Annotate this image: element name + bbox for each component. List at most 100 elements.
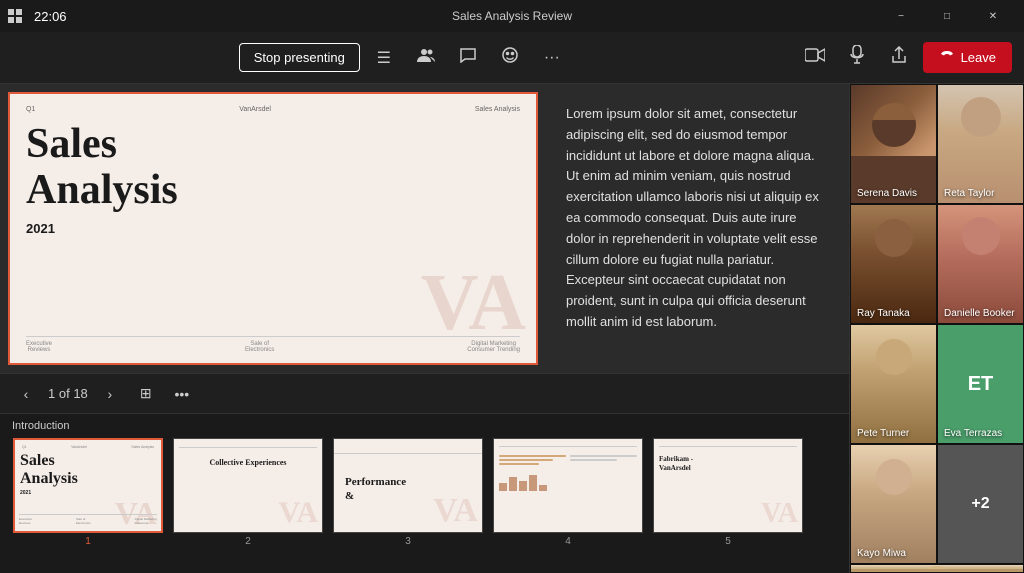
slide-title: Sales Analysis xyxy=(26,121,520,213)
toolbar-center: Stop presenting ☰ ··· xyxy=(239,40,570,76)
next-slide-button[interactable]: › xyxy=(96,380,124,408)
thumbnails-strip: Q1VanArsdelSales Analysis SalesAnalysis … xyxy=(0,434,849,564)
thumb-num-2: 2 xyxy=(245,536,251,547)
participant-name-kayo: Kayo Miwa xyxy=(857,548,906,559)
participant-name-serena: Serena Davis xyxy=(857,188,917,199)
participant-photo-danielle xyxy=(938,205,1023,323)
participant-serena: Serena Davis xyxy=(850,84,937,204)
thumbnail-4[interactable]: 4 xyxy=(488,434,648,551)
thumb-num-1: 1 xyxy=(85,536,91,547)
minimize-button[interactable]: − xyxy=(878,0,924,32)
phone-icon xyxy=(939,50,955,65)
prev-icon: ‹ xyxy=(24,386,29,402)
slide-header-right: Sales Analysis xyxy=(475,106,520,113)
leave-label: Leave xyxy=(961,50,996,65)
participant-ray: Ray Tanaka xyxy=(850,204,937,324)
slide-header: Q1 VanArsdel Sales Analysis xyxy=(26,106,520,113)
grid-view-button[interactable]: ⊞ xyxy=(132,380,160,408)
app-icon xyxy=(8,9,22,23)
mic-icon xyxy=(850,45,864,70)
stop-presenting-button[interactable]: Stop presenting xyxy=(239,43,360,72)
footer-item-1: ExecutiveReviews xyxy=(26,341,52,353)
thumbnail-1[interactable]: Q1VanArsdelSales Analysis SalesAnalysis … xyxy=(8,434,168,551)
participants-panel: Serena Davis Reta Taylor Ray Tanak xyxy=(849,84,1024,573)
slide-count: 1 of 18 xyxy=(48,386,88,401)
slide-notes: Lorem ipsum dolor sit amet, consectetur … xyxy=(566,104,829,333)
thumbnail-3[interactable]: Performance& VA 3 xyxy=(328,434,488,551)
emoji-icon xyxy=(501,46,519,69)
chat-icon-button[interactable] xyxy=(450,40,486,76)
prev-slide-button[interactable]: ‹ xyxy=(12,380,40,408)
participant-photo-bottom xyxy=(851,565,1023,572)
more-icon: ··· xyxy=(544,49,560,67)
participant-plus: +2 xyxy=(937,444,1024,564)
participant-grid: Serena Davis Reta Taylor Ray Tanak xyxy=(850,84,1024,564)
slide-viewer: Q1 VanArsdel Sales Analysis Sales Analys… xyxy=(0,84,849,373)
thumb-img-4 xyxy=(493,438,643,533)
next-icon: › xyxy=(107,386,112,402)
grid-view-icon: ⊞ xyxy=(140,385,152,402)
title-bar-left: 22:06 xyxy=(8,9,67,24)
participant-name-et: Eva Terrazas xyxy=(944,428,1002,439)
participant-initials-label: ET xyxy=(968,373,994,396)
participant-plus-count: +2 xyxy=(938,445,1023,563)
people-icon-button[interactable] xyxy=(408,40,444,76)
slide-footer: ExecutiveReviews Sale ofElectronics Digi… xyxy=(26,336,520,353)
thumbnail-5[interactable]: Fabrikam -VanArsdel VA 5 xyxy=(648,434,808,551)
nav-more-button[interactable]: ••• xyxy=(168,380,196,408)
window-controls: − □ ✕ xyxy=(878,0,1016,32)
slide-nav-bar: ‹ 1 of 18 › ⊞ ••• xyxy=(0,373,849,413)
toolbar: Stop presenting ☰ ··· xyxy=(0,32,1024,84)
participant-initials-et: ET xyxy=(938,325,1023,443)
nav-more-icon: ••• xyxy=(174,386,189,402)
notes-panel: Lorem ipsum dolor sit amet, consectetur … xyxy=(546,84,849,373)
presentation-area: Q1 VanArsdel Sales Analysis Sales Analys… xyxy=(0,84,849,573)
list-icon-button[interactable]: ☰ xyxy=(366,40,402,76)
participant-bottom xyxy=(850,564,1024,573)
section-label: Introduction xyxy=(0,414,849,434)
participant-photo-pete xyxy=(851,325,936,443)
participant-name-reta: Reta Taylor xyxy=(944,188,994,199)
leave-button[interactable]: Leave xyxy=(923,42,1012,73)
participant-photo-ray xyxy=(851,205,936,323)
footer-item-2: Sale ofElectronics xyxy=(245,341,274,353)
thumbnail-2[interactable]: Collective Experiences VA 2 xyxy=(168,434,328,551)
thumb-num-5: 5 xyxy=(725,536,731,547)
maximize-button[interactable]: □ xyxy=(924,0,970,32)
slide-main: Q1 VanArsdel Sales Analysis Sales Analys… xyxy=(8,92,538,365)
main-content: Q1 VanArsdel Sales Analysis Sales Analys… xyxy=(0,84,1024,573)
footer-item-3: Digital MarketingConsumer Trending xyxy=(467,341,520,353)
window-title: Sales Analysis Review xyxy=(452,9,572,23)
people-icon xyxy=(417,47,435,68)
camera-button[interactable] xyxy=(797,40,833,76)
thumb-img-1: Q1VanArsdelSales Analysis SalesAnalysis … xyxy=(13,438,163,533)
chat-icon xyxy=(459,47,477,68)
thumb-img-2: Collective Experiences VA xyxy=(173,438,323,533)
slide-header-center: VanArsdel xyxy=(239,106,271,113)
participant-name-ray: Ray Tanaka xyxy=(857,308,910,319)
slide-watermark: VA xyxy=(421,263,526,343)
more-options-button[interactable]: ··· xyxy=(534,40,570,76)
share-icon xyxy=(891,46,907,69)
thumbnail-section: Introduction Q1VanArsdelSales Analysis S… xyxy=(0,413,849,573)
slide-content: Q1 VanArsdel Sales Analysis Sales Analys… xyxy=(10,94,536,363)
participant-photo-serena xyxy=(851,85,936,203)
mic-button[interactable] xyxy=(839,40,875,76)
slide-year: 2021 xyxy=(26,221,520,236)
share-button[interactable] xyxy=(881,40,917,76)
toolbar-right: Leave xyxy=(797,40,1012,76)
time-display: 22:06 xyxy=(34,9,67,24)
participant-et: ET Eva Terrazas xyxy=(937,324,1024,444)
title-bar: 22:06 Sales Analysis Review − □ ✕ xyxy=(0,0,1024,32)
slide-title-line1: Sales xyxy=(26,121,117,167)
camera-icon xyxy=(805,48,825,67)
thumb-img-5: Fabrikam -VanArsdel VA xyxy=(653,438,803,533)
thumb-num-3: 3 xyxy=(405,536,411,547)
emoji-icon-button[interactable] xyxy=(492,40,528,76)
participant-kayo: Kayo Miwa xyxy=(850,444,937,564)
participant-name-danielle: Danielle Booker xyxy=(944,308,1015,319)
close-button[interactable]: ✕ xyxy=(970,0,1016,32)
participant-danielle: Danielle Booker xyxy=(937,204,1024,324)
participant-pete: Pete Turner xyxy=(850,324,937,444)
slide-title-line2: Analysis xyxy=(26,167,178,213)
